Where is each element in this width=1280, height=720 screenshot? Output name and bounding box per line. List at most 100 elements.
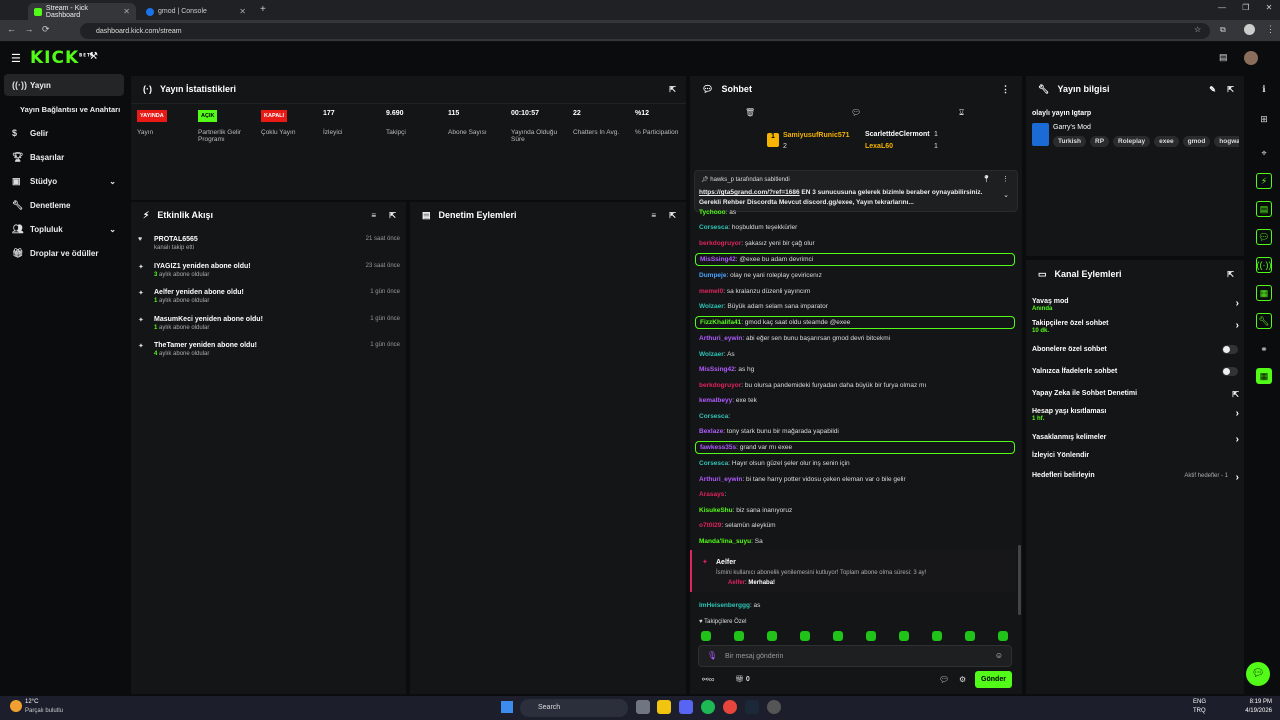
browser-menu-icon[interactable]: ⋮ — [1266, 24, 1275, 35]
task-view-icon[interactable] — [636, 700, 650, 714]
store-icon[interactable]: ▤ — [1219, 52, 1228, 63]
tag[interactable]: exee — [1154, 136, 1179, 147]
chat-username[interactable]: FizzKhalifa41 — [700, 319, 741, 326]
chat-username[interactable]: Bexlaze — [699, 428, 723, 435]
leader-name[interactable]: SamiyusufRunic571 — [783, 132, 850, 139]
input-region[interactable]: TRQ — [1193, 708, 1206, 714]
filter-icon[interactable]: ≡ — [371, 211, 376, 220]
lightning-icon[interactable]: ⚡︎ — [1256, 173, 1272, 189]
emote-icon[interactable] — [701, 631, 711, 641]
extensions-icon[interactable]: ⧉ — [1220, 25, 1226, 35]
emote-icon[interactable] — [998, 631, 1008, 641]
chat-username[interactable]: Corsesca — [699, 224, 728, 231]
hammer-icon[interactable]: ⚒ — [89, 51, 98, 62]
chat-username[interactable]: Corsesca — [699, 413, 728, 420]
layout-icon[interactable]: ⊞ — [1256, 111, 1272, 127]
tag[interactable]: RP — [1090, 136, 1110, 147]
info-icon[interactable]: ℹ — [1256, 81, 1272, 97]
channel-action-item[interactable]: Yapay Zeka ile Sohbet Denetimi ⇱ — [1032, 390, 1242, 399]
unpin-icon[interactable]: 📍︎ — [982, 175, 991, 183]
clock-time[interactable]: 8:19 PM — [1242, 699, 1272, 705]
popout-icon[interactable]: ⇱ — [1227, 85, 1234, 94]
chat-username[interactable]: Tychooo — [699, 209, 726, 216]
channel-action-item[interactable]: Abonelere özel sohbet — [1032, 345, 1242, 354]
emote-icon[interactable] — [800, 631, 810, 641]
leader-name[interactable]: LexaL60 — [865, 143, 893, 150]
more-options-icon[interactable]: ⋮ — [1001, 84, 1010, 95]
send-button[interactable]: Gönder — [975, 671, 1012, 688]
chat-username[interactable]: Wolzaer — [699, 351, 724, 358]
spotify-icon[interactable] — [701, 700, 715, 714]
sidebar-item-yayin[interactable]: ((·)) Yayın — [4, 74, 124, 96]
link-icon[interactable]: ⚯∞ — [702, 675, 714, 684]
sidebar-item-denetleme[interactable]: 🔧︎ Denetleme — [4, 194, 124, 216]
emote-icon[interactable] — [833, 631, 843, 641]
popout-icon[interactable]: ⇱ — [669, 85, 676, 94]
microphone-icon[interactable]: 🎙︎ — [707, 651, 717, 660]
user-avatar[interactable] — [1244, 51, 1258, 65]
chat-username[interactable]: fawkess35s — [700, 444, 736, 451]
channel-action-item[interactable]: Hedefleri belirleyin Aktif hedefler - 1 › — [1032, 472, 1242, 483]
emote-icon[interactable] — [932, 631, 942, 641]
channel-action-item[interactable]: Takipçilere özel sohbet 10 dk. › — [1032, 320, 1242, 334]
discord-icon[interactable] — [679, 700, 693, 714]
wrench-icon[interactable]: 🔧︎ — [1256, 313, 1272, 329]
tab-stream-dashboard[interactable]: Stream - Kick Dashboard ✕ — [28, 3, 136, 20]
chat-username[interactable]: o7t0l29 — [699, 522, 721, 529]
chat-icon[interactable]: 💬︎ — [1256, 229, 1272, 245]
stats-icon[interactable]: ▦ — [1256, 285, 1272, 301]
taskbar-search[interactable]: Search — [520, 699, 628, 717]
toggle-switch[interactable] — [1222, 345, 1238, 354]
pinned-link[interactable]: https://gta5grand.com/?ref=1686 — [699, 189, 800, 196]
tab-gmod-console[interactable]: gmod | Console ✕ — [140, 3, 252, 20]
channel-action-item[interactable]: Hesap yaşı kısıtlaması 1 hf. › — [1032, 408, 1242, 422]
category-thumbnail[interactable] — [1032, 123, 1049, 146]
chat-username[interactable]: Wolzaer — [699, 303, 724, 310]
chat-scrollbar[interactable] — [1018, 545, 1021, 615]
sidebar-item-basarilar[interactable]: 🏆︎ Başarılar — [4, 146, 124, 168]
file-explorer-icon[interactable] — [657, 700, 671, 714]
address-bar[interactable]: dashboard.kick.com/stream — [80, 23, 1210, 39]
more-options-icon[interactable]: ⋮ — [1002, 175, 1009, 183]
new-tab-icon[interactable]: + — [260, 4, 266, 15]
chat-username[interactable]: KisukeShu — [699, 507, 733, 514]
profile-avatar[interactable] — [1244, 24, 1255, 35]
crosshair-icon[interactable]: ⌖ — [1256, 145, 1272, 161]
share-icon[interactable]: ⚭ — [1256, 341, 1272, 357]
chat-username[interactable]: Arasays — [699, 491, 724, 498]
chat-input[interactable]: 🎙︎ Bir mesaj gönderin ☺ — [698, 645, 1012, 667]
sidebar-item-studyo[interactable]: ▣ Stüdyo ⌄ — [4, 170, 124, 192]
window-controls[interactable]: — ❐ ✕ — [1218, 3, 1272, 12]
close-tab-icon[interactable]: ✕ — [123, 7, 130, 16]
emote-icon[interactable] — [965, 631, 975, 641]
input-lang[interactable]: ENG — [1193, 699, 1206, 705]
hamburger-icon[interactable]: ☰ — [11, 52, 21, 65]
tag[interactable]: Roleplay — [1113, 136, 1151, 147]
windows-start-icon[interactable] — [501, 701, 513, 713]
chrome-icon[interactable] — [723, 700, 737, 714]
channel-action-item[interactable]: Yavaş mod Anında › — [1032, 298, 1242, 312]
bookmark-star-icon[interactable]: ☆ — [1194, 25, 1201, 34]
tag[interactable]: hogwar — [1214, 136, 1239, 147]
app-icon[interactable] — [767, 700, 781, 714]
chat-username[interactable]: Corsesca — [699, 460, 728, 467]
toggle-switch[interactable] — [1222, 367, 1238, 376]
channel-action-item[interactable]: Yalnızca İfadelerle sohbet — [1032, 367, 1242, 376]
popout-icon[interactable]: ⇱ — [1227, 270, 1234, 279]
gift-icon[interactable]: 🎁︎ 0 — [735, 675, 750, 683]
edit-icon[interactable]: ✎ — [1209, 85, 1216, 94]
popout-icon[interactable]: ⇱ — [669, 211, 676, 220]
sidebar-item-stream-key[interactable]: Yayın Bağlantısı ve Anahtarı — [4, 98, 124, 120]
emote-icon[interactable] — [734, 631, 744, 641]
chat-settings-icon[interactable]: 💬︎ — [939, 675, 949, 684]
chat-icon[interactable]: 💬︎ — [851, 108, 861, 117]
chat-username[interactable]: Manda'lina_suyu — [699, 538, 751, 545]
nav-buttons[interactable]: ← → ⟳ — [7, 24, 50, 35]
chevron-down-icon[interactable]: ⌄ — [1003, 191, 1009, 199]
channel-action-item[interactable]: İzleyici Yönlendir — [1032, 452, 1242, 459]
chat-username[interactable]: Dumpeje — [699, 272, 726, 279]
emote-icon[interactable] — [767, 631, 777, 641]
chat-username[interactable]: memel0 — [699, 288, 723, 295]
tag[interactable]: Turkish — [1053, 136, 1086, 147]
sidebar-item-droplar[interactable]: 🎁︎ Droplar ve ödüller — [4, 242, 124, 264]
